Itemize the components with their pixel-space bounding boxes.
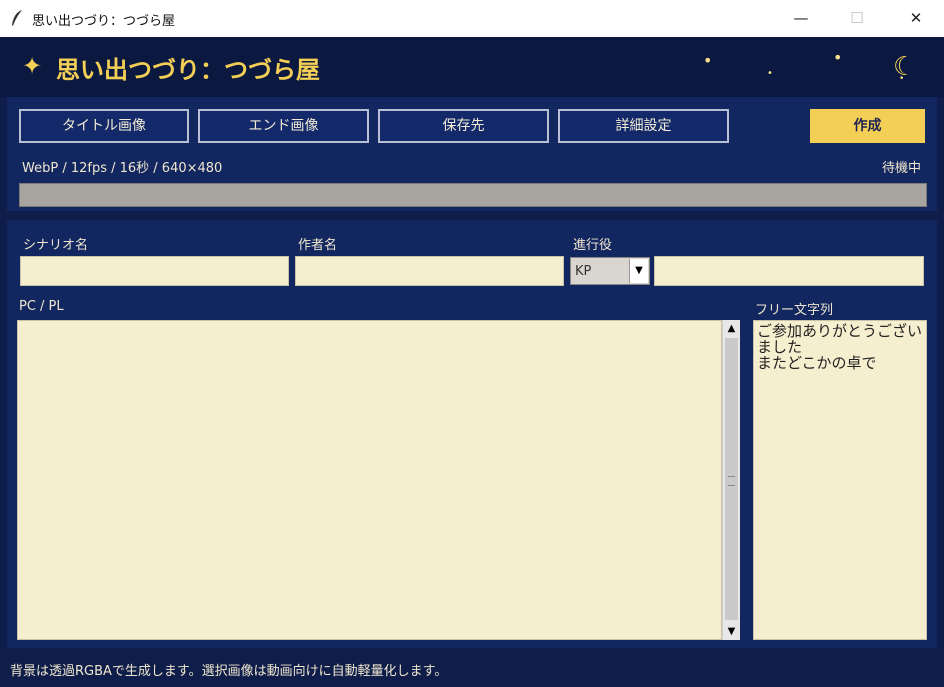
author-input[interactable] (295, 256, 564, 286)
save-destination-button[interactable]: 保存先 (378, 109, 549, 143)
free-text-area[interactable]: ご参加ありがとうございました またどこかの卓で (753, 320, 927, 640)
progress-bar (19, 183, 927, 207)
window-titlebar: 思い出つづり：つづら屋 — ☐ ✕ (0, 0, 944, 37)
gm-role-select[interactable]: KP ▼ (570, 257, 650, 285)
scroll-down-icon[interactable]: ▼ (723, 623, 740, 640)
free-text-label: フリー文字列 (755, 303, 834, 318)
maximize-button[interactable]: ☐ (834, 0, 880, 37)
scroll-thumb[interactable] (725, 338, 738, 620)
sparkle-icon: ✦ (22, 52, 43, 80)
minimize-button[interactable]: — (778, 0, 824, 37)
pcpl-scrollbar[interactable]: ▲ ▼ (722, 320, 740, 640)
output-panel: タイトル画像 エンド画像 保存先 詳細設定 作成 WebP / 12fps / … (7, 97, 937, 211)
window-title: 思い出つづり：つづら屋 (32, 14, 176, 29)
pcpl-textarea[interactable] (17, 320, 722, 640)
scroll-up-icon[interactable]: ▲ (723, 320, 740, 337)
advanced-settings-button[interactable]: 詳細設定 (558, 109, 729, 143)
scenario-input[interactable] (20, 256, 289, 286)
author-label: 作者名 (298, 238, 338, 253)
app-title: 思い出つづり：つづら屋 (56, 56, 320, 84)
create-button[interactable]: 作成 (810, 109, 925, 143)
moon-icon: ☾ (893, 52, 917, 82)
scenario-label: シナリオ名 (23, 238, 89, 253)
star-icon: • (833, 48, 843, 67)
footer-note: 背景は透過RGBAで生成します。選択画像は動画向けに自動軽量化します。 (10, 664, 448, 679)
gm-name-input[interactable] (654, 256, 924, 286)
form-panel: シナリオ名 作者名 進行役 KP ▼ PC / PL ▲ ▼ フリー文字列 ご参… (7, 220, 937, 648)
star-icon: • (767, 68, 773, 79)
feather-icon (12, 10, 22, 26)
end-image-button[interactable]: エンド画像 (198, 109, 369, 143)
status-text: 待機中 (881, 161, 921, 176)
star-icon: • (703, 51, 713, 70)
grip-icon (728, 476, 735, 486)
output-format-info: WebP / 12fps / 16秒 / 640×480 (22, 161, 223, 176)
gm-label: 進行役 (573, 238, 613, 253)
chevron-down-icon[interactable]: ▼ (629, 259, 648, 283)
title-image-button[interactable]: タイトル画像 (19, 109, 189, 143)
pcpl-label: PC / PL (19, 299, 64, 314)
app-header: ✦ 思い出つづり：つづら屋 • • • • ☾ (0, 37, 944, 97)
gm-role-value: KP (575, 264, 592, 279)
close-button[interactable]: ✕ (893, 0, 939, 37)
